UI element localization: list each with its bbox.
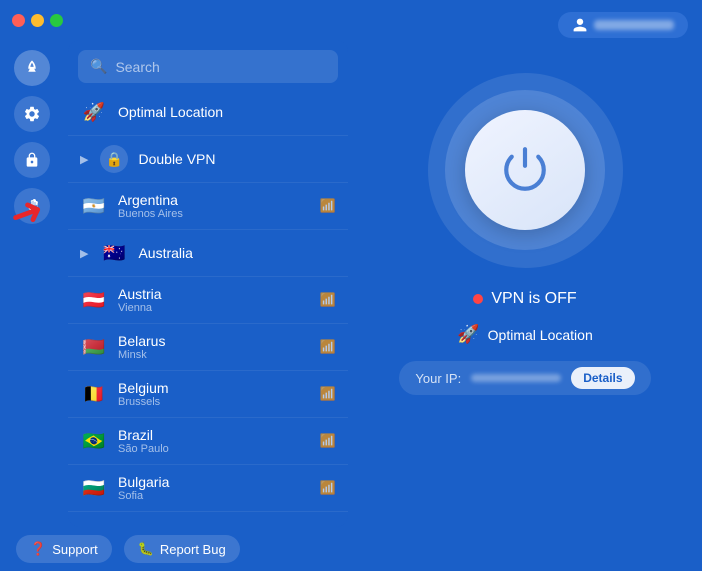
server-item-austria[interactable]: 🇦🇹 Austria Vienna 📶 [68, 277, 348, 324]
power-area [425, 70, 625, 270]
user-button[interactable] [558, 12, 688, 38]
server-info-doublevpn: Double VPN [138, 151, 336, 167]
report-bug-label: Report Bug [160, 542, 226, 557]
gear-sidebar-icon [23, 105, 41, 123]
server-sub-argentina: Buenos Aires [118, 208, 310, 220]
vpn-status-text: VPN is OFF [491, 290, 576, 308]
ip-bar: Your IP: Details [399, 361, 650, 395]
server-item-canada[interactable]: 🇨🇦 Canada [68, 512, 348, 527]
server-info-belgium: Belgium Brussels [118, 380, 310, 408]
right-panel: VPN is OFF 🚀 Optimal Location Your IP: D… [348, 40, 702, 527]
rocket-sidebar-icon [23, 59, 41, 77]
lock-flag-icon: 🔒 [100, 145, 128, 173]
status-dot [473, 294, 483, 304]
ip-label: Your IP: [415, 371, 461, 386]
flag-argentina: 🇦🇷 [80, 192, 108, 220]
vpn-status: VPN is OFF [473, 290, 576, 308]
main-layout: ➜ 🔍 [0, 40, 702, 527]
signal-icon-bulgaria: 📶 [320, 480, 336, 496]
server-sub-belarus: Minsk [118, 349, 310, 361]
server-name-optimal: Optimal Location [118, 104, 336, 120]
search-icon: 🔍 [90, 58, 107, 75]
support-label: Support [52, 542, 98, 557]
sidebar-icon-lock[interactable] [14, 142, 50, 178]
power-icon [500, 145, 550, 195]
flag-canada: 🇨🇦 [80, 521, 108, 527]
server-list: 🚀 Optimal Location ▶ 🔒 Double VPN 🇦🇷 Arg… [68, 89, 348, 527]
flag-bulgaria: 🇧🇬 [80, 474, 108, 502]
signal-icon-belgium: 📶 [320, 386, 336, 402]
minimize-button[interactable] [31, 14, 44, 27]
lock-sidebar-icon [24, 152, 40, 168]
sidebar: ➜ [0, 40, 64, 527]
server-item-argentina[interactable]: 🇦🇷 Argentina Buenos Aires 📶 [68, 183, 348, 230]
server-name-brazil: Brazil [118, 427, 310, 443]
selected-location-text: Optimal Location [488, 327, 593, 343]
server-name-bulgaria: Bulgaria [118, 474, 310, 490]
signal-icon-brazil: 📶 [320, 433, 336, 449]
server-sub-austria: Vienna [118, 302, 310, 314]
server-item-australia[interactable]: ▶ 🇦🇺 Australia [68, 230, 348, 277]
user-icon [572, 17, 588, 33]
support-button[interactable]: ❓ Support [16, 535, 112, 563]
selected-location-icon: 🚀 [457, 324, 479, 345]
server-info-australia: Australia [138, 245, 336, 261]
signal-icon-austria: 📶 [320, 292, 336, 308]
bottom-bar: ❓ Support 🐛 Report Bug [0, 527, 702, 571]
close-button[interactable] [12, 14, 25, 27]
rocket-icon: 🚀 [80, 98, 108, 126]
hand-sidebar-icon [24, 198, 40, 214]
bug-icon: 🐛 [138, 541, 154, 557]
search-input[interactable] [115, 59, 326, 75]
server-item-belgium[interactable]: 🇧🇪 Belgium Brussels 📶 [68, 371, 348, 418]
server-info-bulgaria: Bulgaria Sofia [118, 474, 310, 502]
details-button[interactable]: Details [571, 367, 634, 389]
sidebar-icon-privacy[interactable] [14, 188, 50, 224]
server-info-austria: Austria Vienna [118, 286, 310, 314]
server-name-australia: Australia [138, 245, 336, 261]
flag-austria: 🇦🇹 [80, 286, 108, 314]
ip-value-blurred [471, 374, 561, 382]
traffic-lights [12, 14, 63, 27]
selected-location: 🚀 Optimal Location [457, 324, 592, 345]
signal-icon-argentina: 📶 [320, 198, 336, 214]
server-name-belgium: Belgium [118, 380, 310, 396]
support-icon: ❓ [30, 541, 46, 557]
search-bar: 🔍 [78, 50, 338, 83]
sidebar-icon-settings[interactable] [14, 96, 50, 132]
server-panel: 🔍 🚀 Optimal Location ▶ 🔒 Double VPN [68, 40, 348, 527]
report-bug-button[interactable]: 🐛 Report Bug [124, 535, 240, 563]
flag-brazil: 🇧🇷 [80, 427, 108, 455]
server-name-doublevpn: Double VPN [138, 151, 336, 167]
expand-icon-australia: ▶ [80, 247, 88, 260]
server-name-austria: Austria [118, 286, 310, 302]
signal-icon-belarus: 📶 [320, 339, 336, 355]
server-name-argentina: Argentina [118, 192, 310, 208]
server-item-optimal[interactable]: 🚀 Optimal Location [68, 89, 348, 136]
power-button[interactable] [465, 110, 585, 230]
flag-australia: 🇦🇺 [100, 239, 128, 267]
sidebar-icon-vpn[interactable] [14, 50, 50, 86]
fullscreen-button[interactable] [50, 14, 63, 27]
server-name-belarus: Belarus [118, 333, 310, 349]
server-sub-brazil: São Paulo [118, 443, 310, 455]
server-item-brazil[interactable]: 🇧🇷 Brazil São Paulo 📶 [68, 418, 348, 465]
server-info-argentina: Argentina Buenos Aires [118, 192, 310, 220]
expand-icon-doublevpn: ▶ [80, 153, 88, 166]
server-item-doublevpn[interactable]: ▶ 🔒 Double VPN [68, 136, 348, 183]
server-item-belarus[interactable]: 🇧🇾 Belarus Minsk 📶 [68, 324, 348, 371]
server-sub-belgium: Brussels [118, 396, 310, 408]
username-text [594, 20, 674, 30]
title-bar [0, 0, 702, 40]
flag-belgium: 🇧🇪 [80, 380, 108, 408]
server-info-optimal: Optimal Location [118, 104, 336, 120]
server-info-belarus: Belarus Minsk [118, 333, 310, 361]
server-sub-bulgaria: Sofia [118, 490, 310, 502]
server-info-brazil: Brazil São Paulo [118, 427, 310, 455]
flag-belarus: 🇧🇾 [80, 333, 108, 361]
server-item-bulgaria[interactable]: 🇧🇬 Bulgaria Sofia 📶 [68, 465, 348, 512]
